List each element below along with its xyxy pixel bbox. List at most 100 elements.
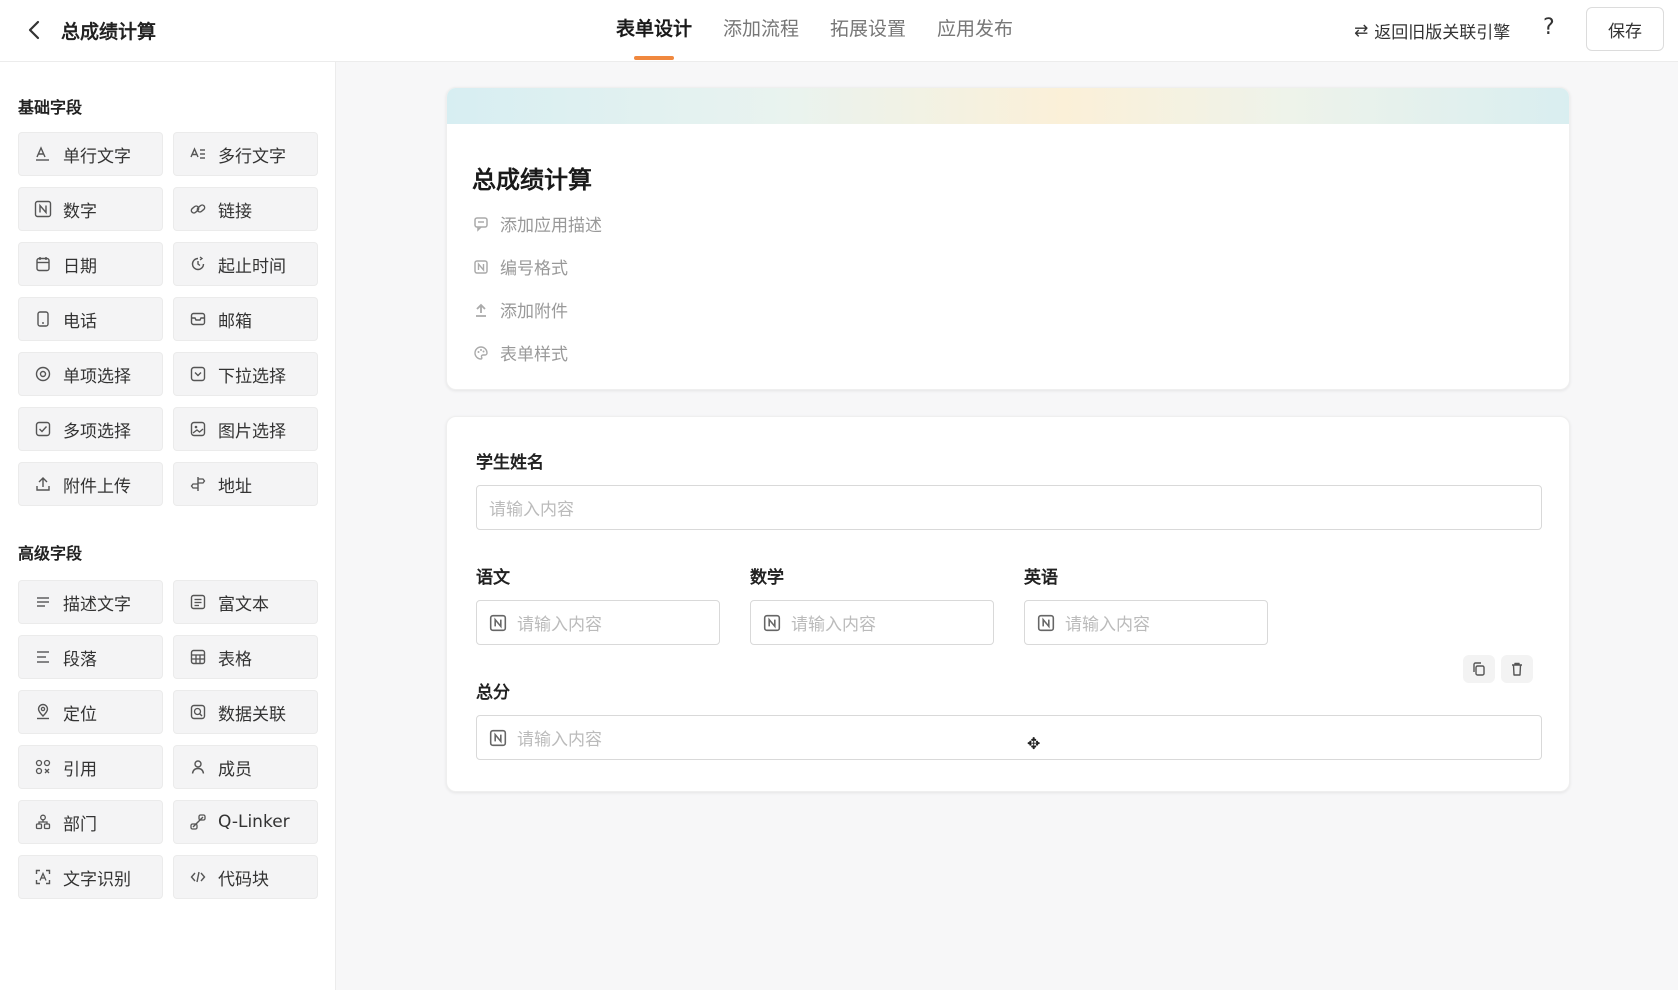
english-input[interactable]: 请输入内容 — [1024, 600, 1268, 645]
add-description-label: 添加应用描述 — [500, 216, 602, 236]
add-attachment-label: 添加附件 — [500, 302, 568, 322]
trash-icon — [1512, 662, 1522, 676]
tab-extension-settings[interactable]: 拓展设置 — [830, 0, 906, 62]
delete-field-button[interactable] — [1501, 655, 1533, 683]
help-icon[interactable]: ? — [1543, 15, 1555, 40]
field-item-link[interactable]: 链接 — [173, 187, 318, 231]
field-item-multi-line-text[interactable]: 多行文字 — [173, 132, 318, 176]
multi-line-text-icon — [188, 144, 208, 164]
add-description-option[interactable]: 添加应用描述 — [472, 211, 602, 236]
number-format-option[interactable]: 编号格式 — [472, 254, 568, 279]
top-bar: 总成绩计算 表单设计 添加流程 拓展设置 应用发布 ⇄ 返回旧版关联引擎 ? 保… — [0, 0, 1678, 62]
image-icon — [188, 419, 208, 439]
chevron-left-icon — [28, 20, 40, 40]
field-item-data-link[interactable]: 数据关联 — [173, 690, 318, 734]
field-item-label: 下拉选择 — [218, 366, 286, 387]
field-item-upload[interactable]: 附件上传 — [18, 462, 163, 506]
back-button[interactable] — [20, 16, 48, 44]
field-item-table[interactable]: 表格 — [173, 635, 318, 679]
field-item-checkbox[interactable]: 多项选择 — [18, 407, 163, 451]
student-name-input[interactable]: 请输入内容 — [476, 485, 1542, 530]
field-item-label: 描述文字 — [63, 594, 131, 615]
chinese-placeholder: 请输入内容 — [517, 615, 602, 635]
field-toolbar — [1463, 655, 1533, 683]
field-item-label: 附件上传 — [63, 476, 131, 497]
palette-icon — [472, 344, 490, 362]
field-item-number[interactable]: 数字 — [18, 187, 163, 231]
ocr-icon — [33, 867, 53, 887]
data-link-icon — [188, 702, 208, 722]
total-input[interactable]: 请输入内容 — [476, 715, 1542, 760]
field-item-label: 单项选择 — [63, 366, 131, 387]
field-item-location[interactable]: 定位 — [18, 690, 163, 734]
english-placeholder: 请输入内容 — [1065, 615, 1150, 635]
field-item-description[interactable]: 描述文字 — [18, 580, 163, 624]
field-item-rich-text[interactable]: 富文本 — [173, 580, 318, 624]
add-attachment-option[interactable]: 添加附件 — [472, 297, 568, 322]
field-item-radio[interactable]: 单项选择 — [18, 352, 163, 396]
student-name-placeholder: 请输入内容 — [489, 500, 574, 520]
form-banner — [447, 88, 1569, 124]
field-item-mail[interactable]: 邮箱 — [173, 297, 318, 341]
copy-field-button[interactable] — [1463, 655, 1495, 683]
math-input[interactable]: 请输入内容 — [750, 600, 994, 645]
save-button[interactable]: 保存 — [1586, 7, 1664, 51]
table-icon — [188, 647, 208, 667]
field-item-paragraph[interactable]: 段落 — [18, 635, 163, 679]
field-item-label: 段落 — [63, 649, 97, 670]
field-item-calendar[interactable]: 日期 — [18, 242, 163, 286]
field-item-q-linker[interactable]: Q-Linker — [173, 800, 318, 844]
calendar-icon — [33, 254, 53, 274]
number-icon — [33, 199, 53, 219]
number-format-icon — [472, 258, 490, 276]
form-header-card: 总成绩计算 添加应用描述 编号格式 添加附件 表单样式 — [446, 87, 1570, 390]
location-icon — [33, 702, 53, 722]
field-item-label: 单行文字 — [63, 146, 131, 167]
student-name-label: 学生姓名 — [476, 453, 544, 473]
paragraph-icon — [33, 647, 53, 667]
tab-form-design[interactable]: 表单设计 — [616, 0, 692, 62]
tab-app-publish[interactable]: 应用发布 — [937, 0, 1013, 62]
radio-icon — [33, 364, 53, 384]
field-item-label: 链接 — [218, 201, 252, 222]
tab-add-process[interactable]: 添加流程 — [723, 0, 799, 62]
field-item-address[interactable]: 地址 — [173, 462, 318, 506]
chinese-input[interactable]: 请输入内容 — [476, 600, 720, 645]
q-linker-icon — [188, 812, 208, 832]
member-icon — [188, 757, 208, 777]
english-label: 英语 — [1024, 568, 1058, 588]
form-style-option[interactable]: 表单样式 — [472, 340, 568, 365]
field-item-label: 多项选择 — [63, 421, 131, 442]
number-icon — [1037, 614, 1055, 631]
field-item-label: 日期 — [63, 256, 97, 277]
math-label: 数学 — [750, 568, 784, 588]
field-item-phone[interactable]: 电话 — [18, 297, 163, 341]
number-icon — [489, 614, 507, 631]
reference-icon — [33, 757, 53, 777]
field-item-code[interactable]: 代码块 — [173, 855, 318, 899]
field-item-department[interactable]: 部门 — [18, 800, 163, 844]
field-item-ocr[interactable]: 文字识别 — [18, 855, 163, 899]
field-item-reference[interactable]: 引用 — [18, 745, 163, 789]
field-item-single-line-text[interactable]: 单行文字 — [18, 132, 163, 176]
field-item-label: 部门 — [63, 814, 97, 835]
field-item-label: 富文本 — [218, 594, 269, 615]
number-icon — [489, 729, 507, 746]
field-item-member[interactable]: 成员 — [173, 745, 318, 789]
form-title[interactable]: 总成绩计算 — [472, 160, 592, 195]
field-item-label: 引用 — [63, 759, 97, 780]
phone-icon — [33, 309, 53, 329]
math-placeholder: 请输入内容 — [791, 615, 876, 635]
number-format-label: 编号格式 — [500, 259, 568, 279]
move-cursor-icon: ✥ — [1027, 734, 1041, 753]
field-item-time-range[interactable]: 起止时间 — [173, 242, 318, 286]
field-item-dropdown[interactable]: 下拉选择 — [173, 352, 318, 396]
upload-icon — [33, 474, 53, 494]
total-label: 总分 — [476, 683, 510, 703]
dropdown-icon — [188, 364, 208, 384]
field-item-image[interactable]: 图片选择 — [173, 407, 318, 451]
legacy-engine-link[interactable]: ⇄ 返回旧版关联引擎 — [1354, 18, 1510, 44]
field-item-label: 代码块 — [218, 869, 269, 890]
copy-icon — [1473, 662, 1485, 676]
advanced-fields-title: 高级字段 — [18, 544, 83, 563]
